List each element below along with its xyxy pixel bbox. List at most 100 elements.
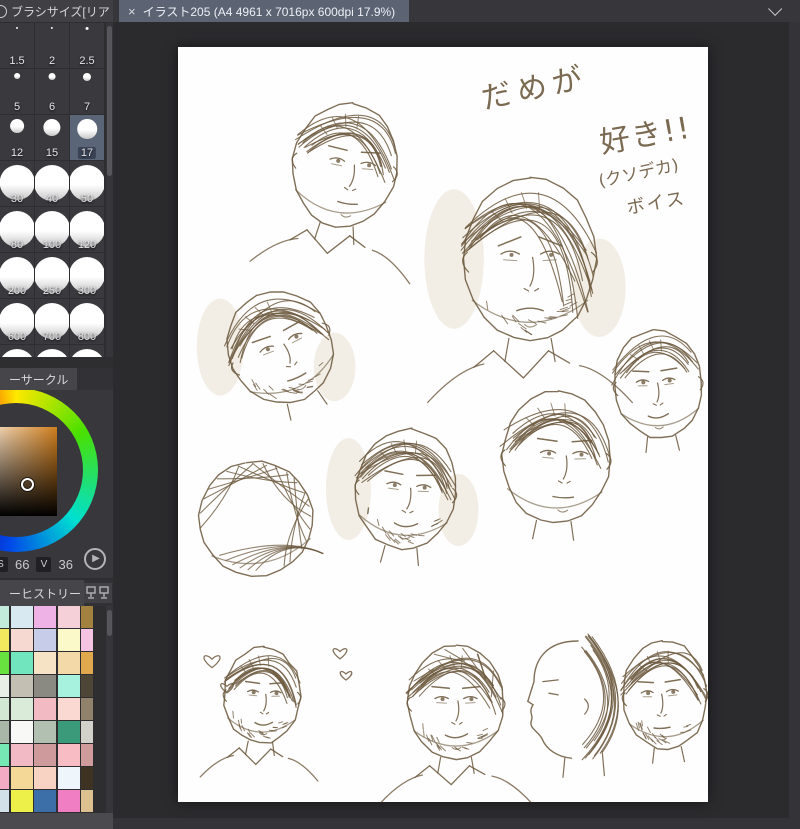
- color-wheel-tab[interactable]: ーサークル: [0, 368, 78, 390]
- brush-size-cell[interactable]: 200: [0, 253, 34, 298]
- color-swatch[interactable]: [10, 721, 33, 743]
- color-swatch[interactable]: [0, 606, 9, 628]
- color-swatch[interactable]: [81, 629, 93, 651]
- color-swatch[interactable]: [0, 790, 9, 812]
- color-swatch[interactable]: [0, 767, 9, 789]
- color-swatch[interactable]: [0, 675, 9, 697]
- sketch-stroke: [379, 545, 386, 563]
- color-swatch[interactable]: [57, 767, 80, 789]
- brush-size-cell[interactable]: 250: [35, 253, 69, 298]
- brush-size-cell[interactable]: 120: [70, 207, 104, 252]
- sketch-stroke: [278, 721, 284, 724]
- color-swatch[interactable]: [0, 744, 9, 766]
- color-swatch[interactable]: [34, 629, 56, 651]
- brush-size-label: 6: [48, 101, 56, 113]
- color-swatch[interactable]: [0, 652, 9, 674]
- color-swatch[interactable]: [81, 652, 93, 674]
- color-swatch[interactable]: [81, 698, 93, 720]
- color-swatch[interactable]: [81, 721, 93, 743]
- color-swatch[interactable]: [10, 790, 33, 812]
- canvas-vertical-scrollbar[interactable]: [789, 22, 800, 829]
- color-mode-toggle-icon[interactable]: ▶: [84, 548, 106, 570]
- color-swatch[interactable]: [10, 767, 33, 789]
- palette-dock-icon[interactable]: [84, 583, 112, 603]
- color-swatch[interactable]: [10, 652, 33, 674]
- brush-size-cell[interactable]: 50: [70, 161, 104, 206]
- color-swatch[interactable]: [57, 721, 80, 743]
- sketch-stroke: [269, 682, 285, 685]
- brush-size-cell[interactable]: 100: [35, 207, 69, 252]
- color-swatch[interactable]: [34, 744, 56, 766]
- color-picker-marker[interactable]: [21, 478, 34, 491]
- color-swatch[interactable]: [0, 721, 9, 743]
- color-history-grid: [0, 606, 93, 813]
- brush-size-cell[interactable]: 30: [0, 161, 34, 206]
- color-swatch[interactable]: [34, 652, 56, 674]
- brush-size-cell[interactable]: 5: [0, 69, 34, 114]
- brush-size-cell[interactable]: 7: [70, 69, 104, 114]
- history-scrollbar[interactable]: [106, 606, 113, 813]
- color-swatch[interactable]: [10, 698, 33, 720]
- color-swatch[interactable]: [34, 675, 56, 697]
- color-swatch[interactable]: [0, 629, 9, 651]
- color-swatch[interactable]: [10, 744, 33, 766]
- brush-panel-scrollbar-thumb[interactable]: [107, 26, 112, 176]
- color-swatch[interactable]: [10, 629, 33, 651]
- sketch-stroke: [263, 350, 274, 356]
- color-swatch[interactable]: [57, 652, 80, 674]
- close-tab-icon[interactable]: ×: [128, 4, 136, 19]
- sketch-stroke: [291, 337, 303, 344]
- sketch-stroke: [282, 320, 301, 332]
- brush-size-cell[interactable]: 40: [35, 161, 69, 206]
- color-history-tab[interactable]: ーヒストリー: [0, 580, 85, 606]
- color-swatch[interactable]: [81, 790, 93, 812]
- canvas-horizontal-scrollbar[interactable]: [113, 818, 789, 829]
- brush-size-cell[interactable]: 800: [70, 299, 104, 344]
- brush-size-cell-clipped[interactable]: [70, 345, 104, 357]
- saturation-value-square[interactable]: [0, 427, 57, 516]
- brush-size-cell-clipped[interactable]: [0, 345, 34, 357]
- drawing-canvas[interactable]: だめが 好き!! (クソデカ) ボイス: [178, 47, 708, 802]
- history-scrollbar-thumb[interactable]: [107, 610, 112, 636]
- brush-size-cell[interactable]: 700: [35, 299, 69, 344]
- color-swatch[interactable]: [0, 698, 9, 720]
- brush-size-cell[interactable]: 17: [70, 115, 104, 160]
- brush-size-cell[interactable]: 1.5: [0, 23, 34, 68]
- brush-size-cell[interactable]: 6: [35, 69, 69, 114]
- value-badge: V: [36, 557, 52, 572]
- brush-size-cell[interactable]: 80: [0, 207, 34, 252]
- color-swatch[interactable]: [34, 767, 56, 789]
- color-swatch[interactable]: [57, 744, 80, 766]
- color-swatch[interactable]: [81, 675, 93, 697]
- brush-size-cell[interactable]: 2.5: [70, 23, 104, 68]
- color-swatch[interactable]: [34, 721, 56, 743]
- color-swatch[interactable]: [34, 790, 56, 812]
- sketch-stroke: [436, 736, 440, 743]
- color-swatch[interactable]: [57, 790, 80, 812]
- brush-size-cell[interactable]: 300: [70, 253, 104, 298]
- sketch-stroke: [466, 742, 473, 744]
- canvas-sketch[interactable]: だめが好き!!(クソデカ)ボイス: [178, 47, 708, 802]
- sketch-stroke: [431, 685, 451, 690]
- sketch-eye: [469, 697, 474, 702]
- color-swatch[interactable]: [34, 698, 56, 720]
- color-swatch[interactable]: [10, 606, 33, 628]
- color-swatch[interactable]: [81, 744, 93, 766]
- color-swatch[interactable]: [57, 629, 80, 651]
- brush-size-cell[interactable]: 600: [0, 299, 34, 344]
- document-tab[interactable]: × イラスト205 (A4 4961 x 7016px 600dpi 17.9%…: [119, 0, 410, 22]
- color-swatch[interactable]: [10, 675, 33, 697]
- brush-size-cell[interactable]: 2: [35, 23, 69, 68]
- chevron-down-icon[interactable]: [768, 1, 783, 16]
- color-swatch[interactable]: [57, 698, 80, 720]
- color-swatch[interactable]: [34, 606, 56, 628]
- brush-size-cell[interactable]: 15: [35, 115, 69, 160]
- brush-panel-scrollbar[interactable]: [106, 23, 113, 357]
- sketch-stroke: [566, 480, 571, 484]
- brush-size-cell[interactable]: 12: [0, 115, 34, 160]
- color-swatch[interactable]: [81, 767, 93, 789]
- color-swatch[interactable]: [57, 675, 80, 697]
- color-swatch[interactable]: [57, 606, 80, 628]
- brush-size-cell-clipped[interactable]: [35, 345, 69, 357]
- color-swatch[interactable]: [81, 606, 93, 628]
